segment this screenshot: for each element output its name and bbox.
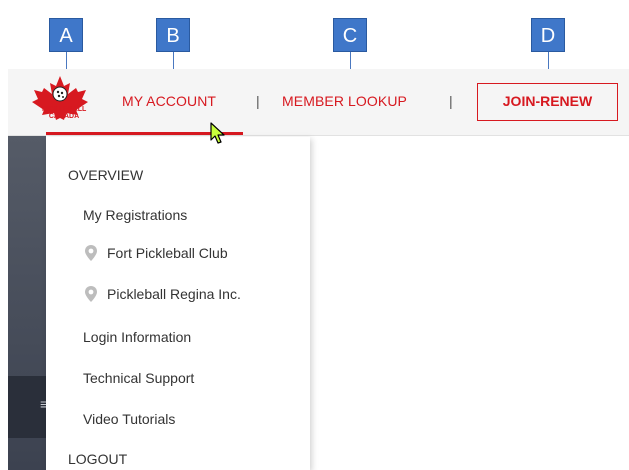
callout-c: C: [333, 18, 367, 52]
menu-item-login-information[interactable]: Login Information: [83, 329, 191, 345]
nav-separator: |: [449, 93, 453, 109]
menu-overview[interactable]: OVERVIEW: [68, 167, 143, 183]
menu-item-label: Pickleball Regina Inc.: [107, 286, 241, 302]
logo-text-line1: PICKLEBALL: [42, 106, 87, 113]
my-account-dropdown: OVERVIEW My Registrations Fort Picklebal…: [46, 137, 310, 470]
menu-item-label: Fort Pickleball Club: [107, 245, 228, 261]
pickleball-canada-logo[interactable]: PICKLEBALL CANADA: [18, 74, 104, 128]
menu-item-video-tutorials[interactable]: Video Tutorials: [83, 411, 175, 427]
menu-item-technical-support[interactable]: Technical Support: [83, 370, 194, 386]
menu-item-my-registrations[interactable]: My Registrations: [83, 207, 187, 223]
menu-item-fort-pickleball-club[interactable]: Fort Pickleball Club: [83, 245, 228, 263]
logo-text-line2: CANADA: [48, 113, 80, 120]
callout-b: B: [156, 18, 190, 52]
nav-separator: |: [256, 93, 260, 109]
location-pin-icon: [85, 286, 97, 303]
nav-my-account[interactable]: MY ACCOUNT: [122, 93, 216, 109]
logo-text: PICKLEBALL CANADA: [42, 106, 86, 120]
location-pin-icon: [85, 245, 97, 262]
callout-a: A: [49, 18, 83, 52]
site-header: PICKLEBALL CANADA MY ACCOUNT | MEMBER LO…: [8, 69, 629, 136]
nav-member-lookup[interactable]: MEMBER LOOKUP: [282, 93, 407, 109]
join-renew-button[interactable]: JOIN-RENEW: [477, 83, 618, 121]
menu-logout[interactable]: LOGOUT: [68, 451, 127, 467]
menu-item-pickleball-regina[interactable]: Pickleball Regina Inc.: [83, 286, 241, 304]
callout-d: D: [531, 18, 565, 52]
mouse-cursor-icon: [210, 122, 225, 144]
